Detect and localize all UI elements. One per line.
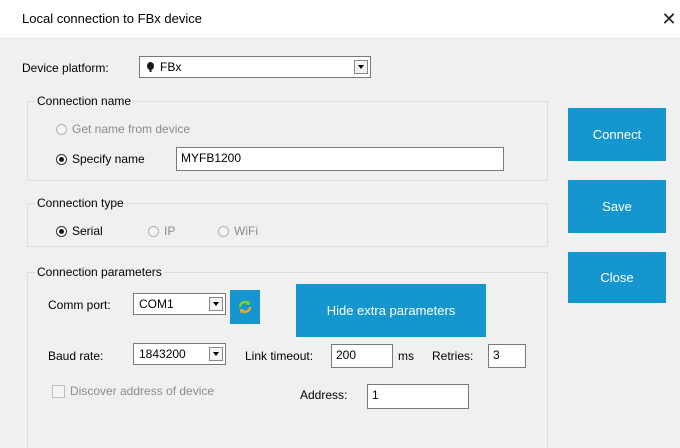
specify-name-label: Specify name: [72, 152, 145, 166]
connect-button[interactable]: Connect: [568, 108, 666, 161]
title-bar: Local connection to FBx device ✕: [0, 0, 680, 39]
baud-rate-value: 1843200: [139, 347, 186, 361]
chevron-down-icon[interactable]: [209, 347, 223, 361]
connection-name-title: Connection name: [35, 94, 134, 108]
comm-port-label: Comm port:: [48, 298, 111, 312]
link-timeout-label: Link timeout:: [245, 349, 314, 363]
chevron-down-icon[interactable]: [209, 297, 223, 311]
connection-parameters-title: Connection parameters: [35, 265, 164, 279]
baud-rate-label: Baud rate:: [48, 349, 104, 363]
get-name-from-device-label: Get name from device: [72, 122, 191, 136]
link-timeout-input[interactable]: 200: [331, 344, 393, 368]
ip-label: IP: [164, 224, 176, 238]
connection-type-title: Connection type: [35, 196, 126, 210]
save-button[interactable]: Save: [568, 180, 666, 233]
radio-serial[interactable]: [56, 226, 67, 237]
fbx-device-icon: [146, 61, 155, 72]
device-platform-label: Device platform:: [22, 61, 109, 75]
retries-input[interactable]: 3: [488, 344, 526, 368]
close-button[interactable]: Close: [568, 252, 666, 303]
radio-ip[interactable]: [148, 226, 159, 237]
address-input[interactable]: 1: [367, 384, 469, 409]
refresh-ports-button[interactable]: [230, 290, 260, 324]
device-platform-value: FBx: [160, 60, 182, 74]
hide-extra-parameters-button[interactable]: Hide extra parameters: [296, 284, 486, 337]
radio-specify-name[interactable]: [56, 154, 67, 165]
link-timeout-unit: ms: [398, 349, 414, 363]
window-title: Local connection to FBx device: [22, 11, 202, 26]
device-platform-select[interactable]: FBx: [139, 56, 371, 78]
close-window-button[interactable]: ✕: [658, 0, 680, 38]
discover-address-checkbox[interactable]: [52, 385, 65, 398]
address-label: Address:: [300, 388, 348, 402]
discover-address-label: Discover address of device: [70, 384, 215, 398]
baud-rate-select[interactable]: 1843200: [133, 343, 226, 365]
chevron-down-icon[interactable]: [354, 60, 368, 74]
comm-port-select[interactable]: COM1: [133, 293, 226, 315]
comm-port-value: COM1: [139, 297, 174, 311]
radio-wifi[interactable]: [218, 226, 229, 237]
refresh-icon: [237, 299, 253, 315]
retries-label: Retries:: [432, 349, 474, 363]
device-name-input[interactable]: MYFB1200: [176, 147, 504, 171]
serial-label: Serial: [72, 224, 103, 238]
wifi-label: WiFi: [234, 224, 258, 238]
radio-get-name-from-device[interactable]: [56, 124, 67, 135]
